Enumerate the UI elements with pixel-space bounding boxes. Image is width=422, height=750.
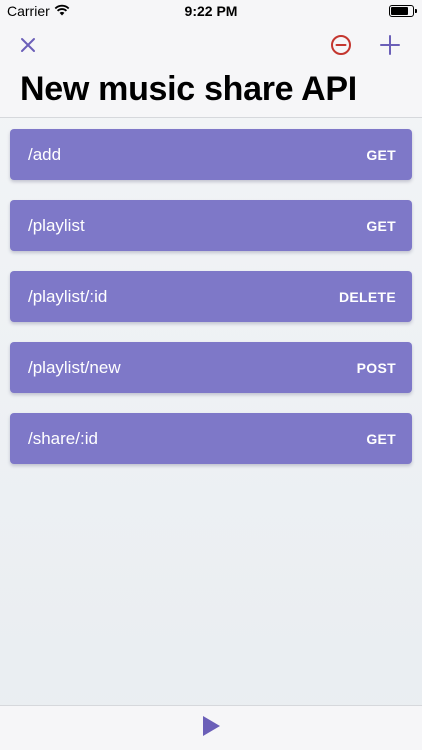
carrier-label: Carrier: [7, 3, 50, 19]
battery-fill: [391, 7, 408, 15]
route-method: GET: [366, 217, 396, 234]
bottom-toolbar: [0, 705, 422, 750]
route-path: /playlist: [28, 215, 85, 235]
play-icon: [201, 715, 221, 742]
route-list: /add GET /playlist GET /playlist/:id DEL…: [10, 129, 412, 464]
route-row[interactable]: /playlist/:id DELETE: [10, 271, 412, 322]
navigation-bar: New music share API: [0, 22, 422, 118]
route-row[interactable]: /add GET: [10, 129, 412, 180]
plus-icon: [379, 34, 401, 61]
add-button[interactable]: [373, 30, 407, 64]
screen: Carrier 9:22 PM New music share API /add…: [0, 0, 422, 750]
route-path: /add: [28, 144, 62, 164]
status-left: Carrier: [7, 3, 70, 19]
route-row[interactable]: /share/:id GET: [10, 413, 412, 464]
route-method: DELETE: [338, 288, 396, 305]
battery-icon: [389, 5, 417, 17]
status-bar: Carrier 9:22 PM: [0, 0, 422, 22]
minus-circle-icon: [330, 34, 352, 61]
route-method: GET: [366, 146, 396, 163]
route-method: GET: [366, 430, 396, 447]
route-row[interactable]: /playlist GET: [10, 200, 412, 251]
play-button[interactable]: [196, 713, 226, 743]
close-icon: [20, 37, 36, 58]
close-button[interactable]: [11, 30, 45, 64]
route-path: /playlist/:id: [28, 286, 108, 306]
remove-button[interactable]: [324, 30, 358, 64]
route-path: /playlist/new: [28, 357, 121, 377]
route-path: /share/:id: [28, 428, 98, 448]
route-method: POST: [356, 359, 396, 376]
wifi-icon: [54, 3, 70, 19]
route-row[interactable]: /playlist/new POST: [10, 342, 412, 393]
page-title: New music share API: [20, 70, 357, 108]
